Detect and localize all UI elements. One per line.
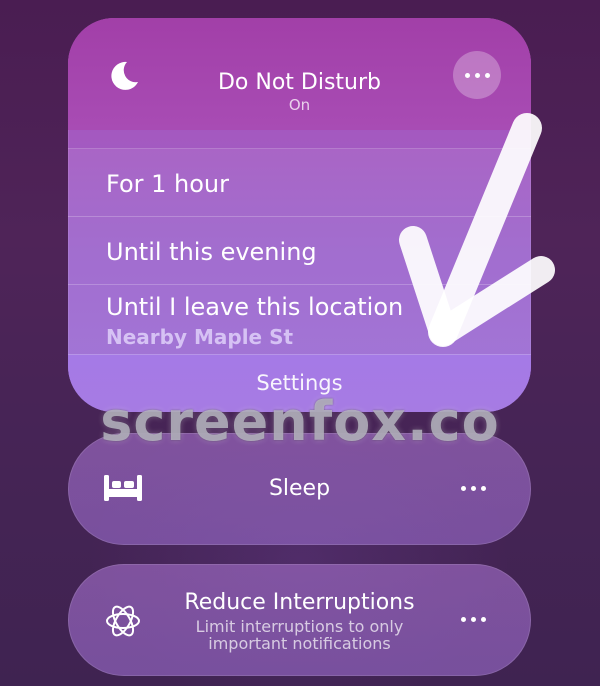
reduce-interruptions-subtitle: Limit interruptions to only important no…: [168, 618, 431, 652]
do-not-disturb-more-button[interactable]: [453, 51, 501, 99]
location-detail: Nearby Maple St: [106, 325, 294, 349]
watermark: screenfox.co: [100, 390, 500, 453]
annotation-arrow-icon: [399, 113, 555, 347]
reduce-interruptions-title: Reduce Interruptions: [184, 590, 415, 615]
option-label: Until I leave this location: [106, 293, 404, 321]
reduce-interruptions-more-icon[interactable]: [461, 617, 486, 622]
option-label: For 1 hour: [106, 170, 229, 198]
sleep-more-icon[interactable]: [461, 486, 486, 491]
subtitle-line: important notifications: [208, 634, 391, 653]
option-label: Until this evening: [106, 238, 317, 266]
reduce-interruptions-focus-button[interactable]: Reduce Interruptions Limit interruptions…: [68, 564, 531, 676]
subtitle-line: Limit interruptions to only: [195, 617, 404, 636]
ellipsis-icon: [464, 72, 490, 78]
